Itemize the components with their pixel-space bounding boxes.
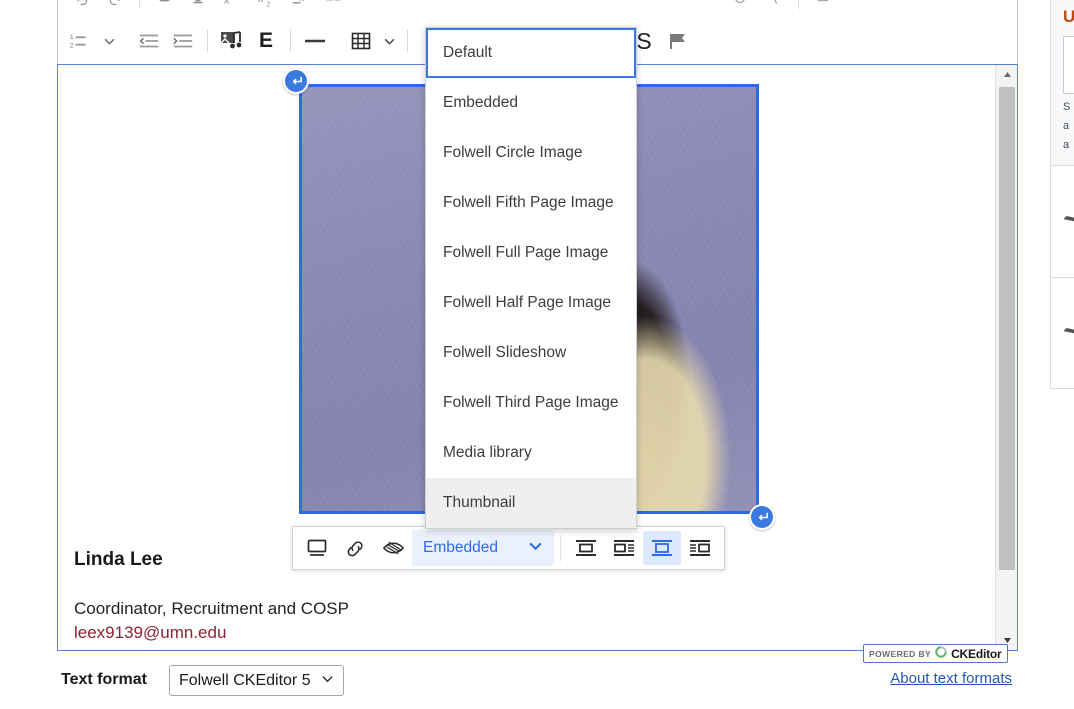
toolbar-separator [139,0,140,9]
chevron-icon: ❯ [1060,208,1074,236]
image-wrap-left-icon[interactable] [605,531,643,565]
toolbar-separator [407,30,408,52]
image-resize-handle-bottom-right[interactable] [749,504,775,530]
side-panel-line-3: a [1063,139,1070,151]
editor-scrollbar[interactable] [995,65,1017,650]
side-panel-line-1: S [1063,101,1071,113]
display-preview-icon[interactable] [298,531,336,565]
image-wrap-right-icon[interactable] [681,531,719,565]
embed-icon[interactable]: E [249,24,283,58]
side-panel-card: U S a a [1050,0,1074,165]
side-panel-collapsed-section-1[interactable]: ❯ [1050,165,1074,277]
flag-icon[interactable] [661,24,695,58]
page-root: x2 x2 x [0,0,1074,709]
toolbar-separator [207,30,208,52]
ckeditor-brand-label: CKEditor [951,646,1002,661]
table-options-chevron-icon[interactable] [378,24,400,58]
undo-icon[interactable] [64,0,98,15]
scrollbar-up-arrow-icon[interactable] [996,65,1017,84]
numbered-list-icon[interactable]: 1 2 [64,24,98,58]
image-inline-icon[interactable] [567,531,605,565]
image-resize-handle-top-left[interactable] [283,68,309,94]
text-format-selected-value: Folwell CKEditor 5 [179,671,311,689]
chevron-down-icon [528,538,543,558]
style-option-folwell-circle-image[interactable]: Folwell Circle Image [426,128,636,178]
remove-format-icon[interactable]: x [283,0,317,15]
paste-icon[interactable] [147,0,181,15]
link-icon[interactable] [336,531,374,565]
image-style-current-value: Embedded [423,539,498,556]
hide-image-icon[interactable] [374,531,412,565]
underline-icon[interactable] [181,0,215,15]
image-break-text-icon[interactable] [642,531,681,565]
redo-icon[interactable] [98,0,132,15]
text-format-label: Text format [61,671,147,688]
style-option-media-library[interactable]: Media library [426,428,636,478]
side-panel-title: U [1063,7,1074,26]
side-panel-input[interactable] [1063,36,1074,94]
chevron-icon: ❯ [1060,319,1074,348]
toolbar-separator [290,30,291,52]
highlight-icon[interactable] [723,0,757,15]
text-format-bar: POWERED BY CKEditor Text format Folwell … [57,644,1018,703]
text-format-select[interactable]: Folwell CKEditor 5 [169,665,344,696]
style-option-folwell-fifth-page-image[interactable]: Folwell Fifth Page Image [426,178,636,228]
special-character-icon[interactable] [757,0,791,15]
svg-text:x: x [223,0,229,6]
source-editing-icon[interactable] [806,0,840,15]
font-color-icon[interactable] [317,0,351,15]
scrollbar-thumb[interactable] [999,87,1015,570]
style-option-folwell-half-page-image[interactable]: Folwell Half Page Image [426,278,636,328]
style-option-default[interactable]: Default [426,28,636,78]
powered-by-ckeditor-badge: POWERED BY CKEditor [863,644,1008,663]
insert-media-icon[interactable] [215,24,249,58]
svg-text:x: x [257,0,263,4]
style-option-folwell-slideshow[interactable]: Folwell Slideshow [426,328,636,378]
svg-text:2: 2 [266,1,270,8]
contact-role: Coordinator, Recruitment and COSP [74,599,349,618]
image-style-dropdown-button[interactable]: Embedded [412,530,554,566]
ckeditor-logo-icon [935,645,947,663]
svg-text:x: x [299,0,304,4]
style-option-folwell-full-page-image[interactable]: Folwell Full Page Image [426,228,636,278]
toolbar-separator [798,0,799,9]
side-panel-collapsed-section-2[interactable]: ❯ [1050,277,1074,389]
side-panel-line-2: a [1063,120,1070,132]
contact-email-link[interactable]: leex9139@umn.edu [74,623,774,643]
image-balloon-toolbar: Embedded [292,526,725,570]
image-style-dropdown-menu[interactable]: Default Embedded Folwell Circle Image Fo… [425,27,637,529]
about-text-formats-link[interactable]: About text formats [890,670,1012,687]
subscript-icon[interactable]: x2 [249,0,283,15]
right-side-panel: U S a a ❯ ❯ [1050,0,1074,389]
toolbar-separator [559,535,561,561]
horizontal-line-icon[interactable] [298,24,332,58]
superscript-icon[interactable]: x2 [215,0,249,15]
style-option-thumbnail[interactable]: Thumbnail [426,478,636,528]
style-option-embedded[interactable]: Embedded [426,78,636,128]
increase-indent-icon[interactable] [166,24,200,58]
decrease-indent-icon[interactable] [132,24,166,58]
toolbar-row-top: x2 x2 x [58,0,1017,18]
svg-text:2: 2 [70,42,74,49]
chevron-down-icon [321,672,334,690]
powered-by-label: POWERED BY [869,648,932,659]
list-options-chevron-icon[interactable] [98,24,120,58]
insert-table-icon[interactable] [344,24,378,58]
style-option-folwell-third-page-image[interactable]: Folwell Third Page Image [426,378,636,428]
svg-text:1: 1 [70,34,74,41]
